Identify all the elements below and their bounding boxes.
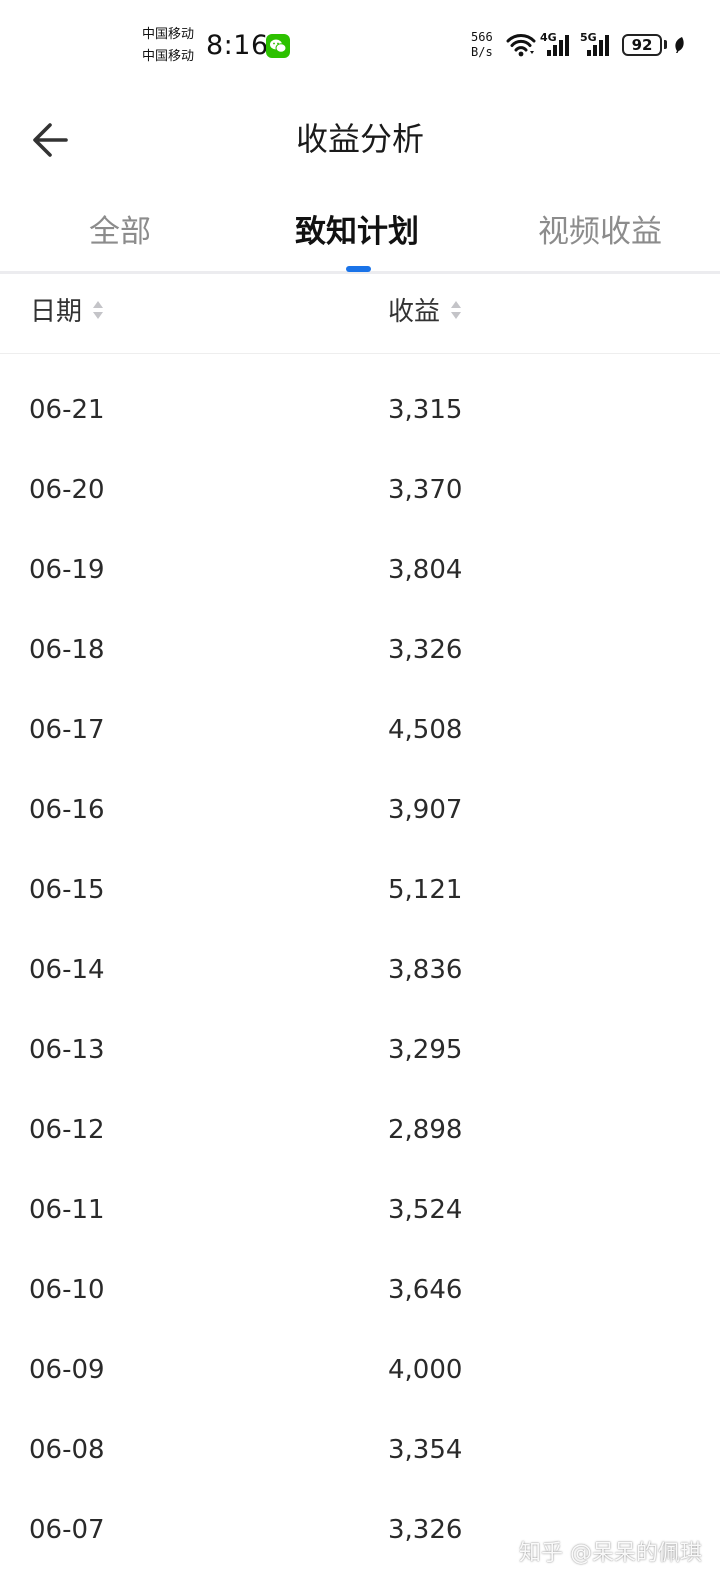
row-date: 06-20 [29, 475, 105, 505]
row-income: 3,907 [388, 795, 463, 825]
row-date: 06-09 [29, 1355, 105, 1385]
row-date: 06-17 [29, 715, 105, 745]
table-row: 06-18 3,326 [0, 612, 720, 692]
row-income: 3,524 [388, 1195, 463, 1225]
table-row: 06-09 4,000 [0, 1332, 720, 1412]
table-row: 06-13 3,295 [0, 1012, 720, 1092]
battery-level: 92 [631, 36, 653, 54]
page-title: 收益分析 [295, 120, 424, 158]
column-header-income-label: 收益 [388, 297, 441, 327]
battery-icon: 92 [622, 34, 662, 56]
row-income: 3,370 [388, 475, 463, 505]
row-income: 5,121 [388, 875, 463, 905]
zhihu-watermark: 知乎 @呆呆的佩琪 [519, 1541, 702, 1566]
row-date: 06-08 [29, 1435, 105, 1465]
wifi-icon [506, 34, 536, 57]
row-date: 06-10 [29, 1275, 105, 1305]
signal-icon [587, 35, 609, 56]
tab-active-indicator [346, 266, 371, 272]
row-income: 3,326 [388, 635, 463, 665]
network-speed: 566 B/s [471, 30, 493, 60]
status-bar: 中国移动 中国移动 8:16 566 B/s 4G 5G 92 [0, 0, 720, 86]
income-table: 06-21 3,315 06-20 3,370 06-19 3,804 06-1… [0, 372, 720, 1572]
table-row: 06-08 3,354 [0, 1412, 720, 1492]
carrier-2: 中国移动 [142, 49, 195, 64]
row-income: 4,508 [388, 715, 463, 745]
row-income: 3,646 [388, 1275, 463, 1305]
column-header-date-label: 日期 [30, 297, 83, 327]
leaf-icon [675, 37, 684, 53]
row-income: 3,836 [388, 955, 463, 985]
table-row: 06-16 3,907 [0, 772, 720, 852]
table-row: 06-20 3,370 [0, 452, 720, 532]
tab-bar: 全部 致知计划 视频收益 [0, 190, 720, 274]
table-row: 06-17 4,508 [0, 692, 720, 772]
row-date: 06-18 [29, 635, 105, 665]
sort-icon [451, 300, 462, 319]
row-date: 06-19 [29, 555, 105, 585]
row-date: 06-16 [29, 795, 105, 825]
row-income: 3,295 [388, 1035, 463, 1065]
table-row: 06-10 3,646 [0, 1252, 720, 1332]
signal-icon [547, 35, 569, 56]
row-income: 3,326 [388, 1515, 463, 1545]
sort-icon [93, 300, 104, 319]
app-header: 收益分析 [0, 86, 720, 190]
row-income: 2,898 [388, 1115, 463, 1145]
row-date: 06-14 [29, 955, 105, 985]
column-header-date[interactable]: 日期 [30, 292, 104, 332]
row-date: 06-11 [29, 1195, 105, 1225]
table-row: 06-14 3,836 [0, 932, 720, 1012]
table-row: 06-12 2,898 [0, 1092, 720, 1172]
row-date: 06-13 [29, 1035, 105, 1065]
row-date: 06-15 [29, 875, 105, 905]
row-income: 3,315 [388, 395, 463, 425]
tab-video-income[interactable]: 视频收益 [480, 210, 720, 254]
row-income: 3,354 [388, 1435, 463, 1465]
wechat-icon [266, 34, 290, 58]
battery-tip [664, 40, 667, 49]
row-income: 3,804 [388, 555, 463, 585]
row-income: 4,000 [388, 1355, 463, 1385]
network-speed-unit: B/s [471, 45, 493, 59]
row-date: 06-07 [29, 1515, 105, 1545]
table-header: 日期 收益 [0, 274, 720, 354]
status-time: 8:16 [206, 30, 269, 61]
carrier-labels: 中国移动 中国移动 [142, 24, 194, 68]
tab-all[interactable]: 全部 [0, 210, 240, 254]
tab-zhizhi-plan[interactable]: 致知计划 [237, 210, 477, 254]
table-row: 06-19 3,804 [0, 532, 720, 612]
table-row: 06-11 3,524 [0, 1172, 720, 1252]
column-header-income[interactable]: 收益 [388, 292, 462, 332]
row-date: 06-12 [29, 1115, 105, 1145]
row-date: 06-21 [29, 395, 105, 425]
carrier-1: 中国移动 [142, 27, 195, 42]
table-row: 06-15 5,121 [0, 852, 720, 932]
table-row: 06-21 3,315 [0, 372, 720, 452]
network-speed-value: 566 [471, 30, 493, 44]
